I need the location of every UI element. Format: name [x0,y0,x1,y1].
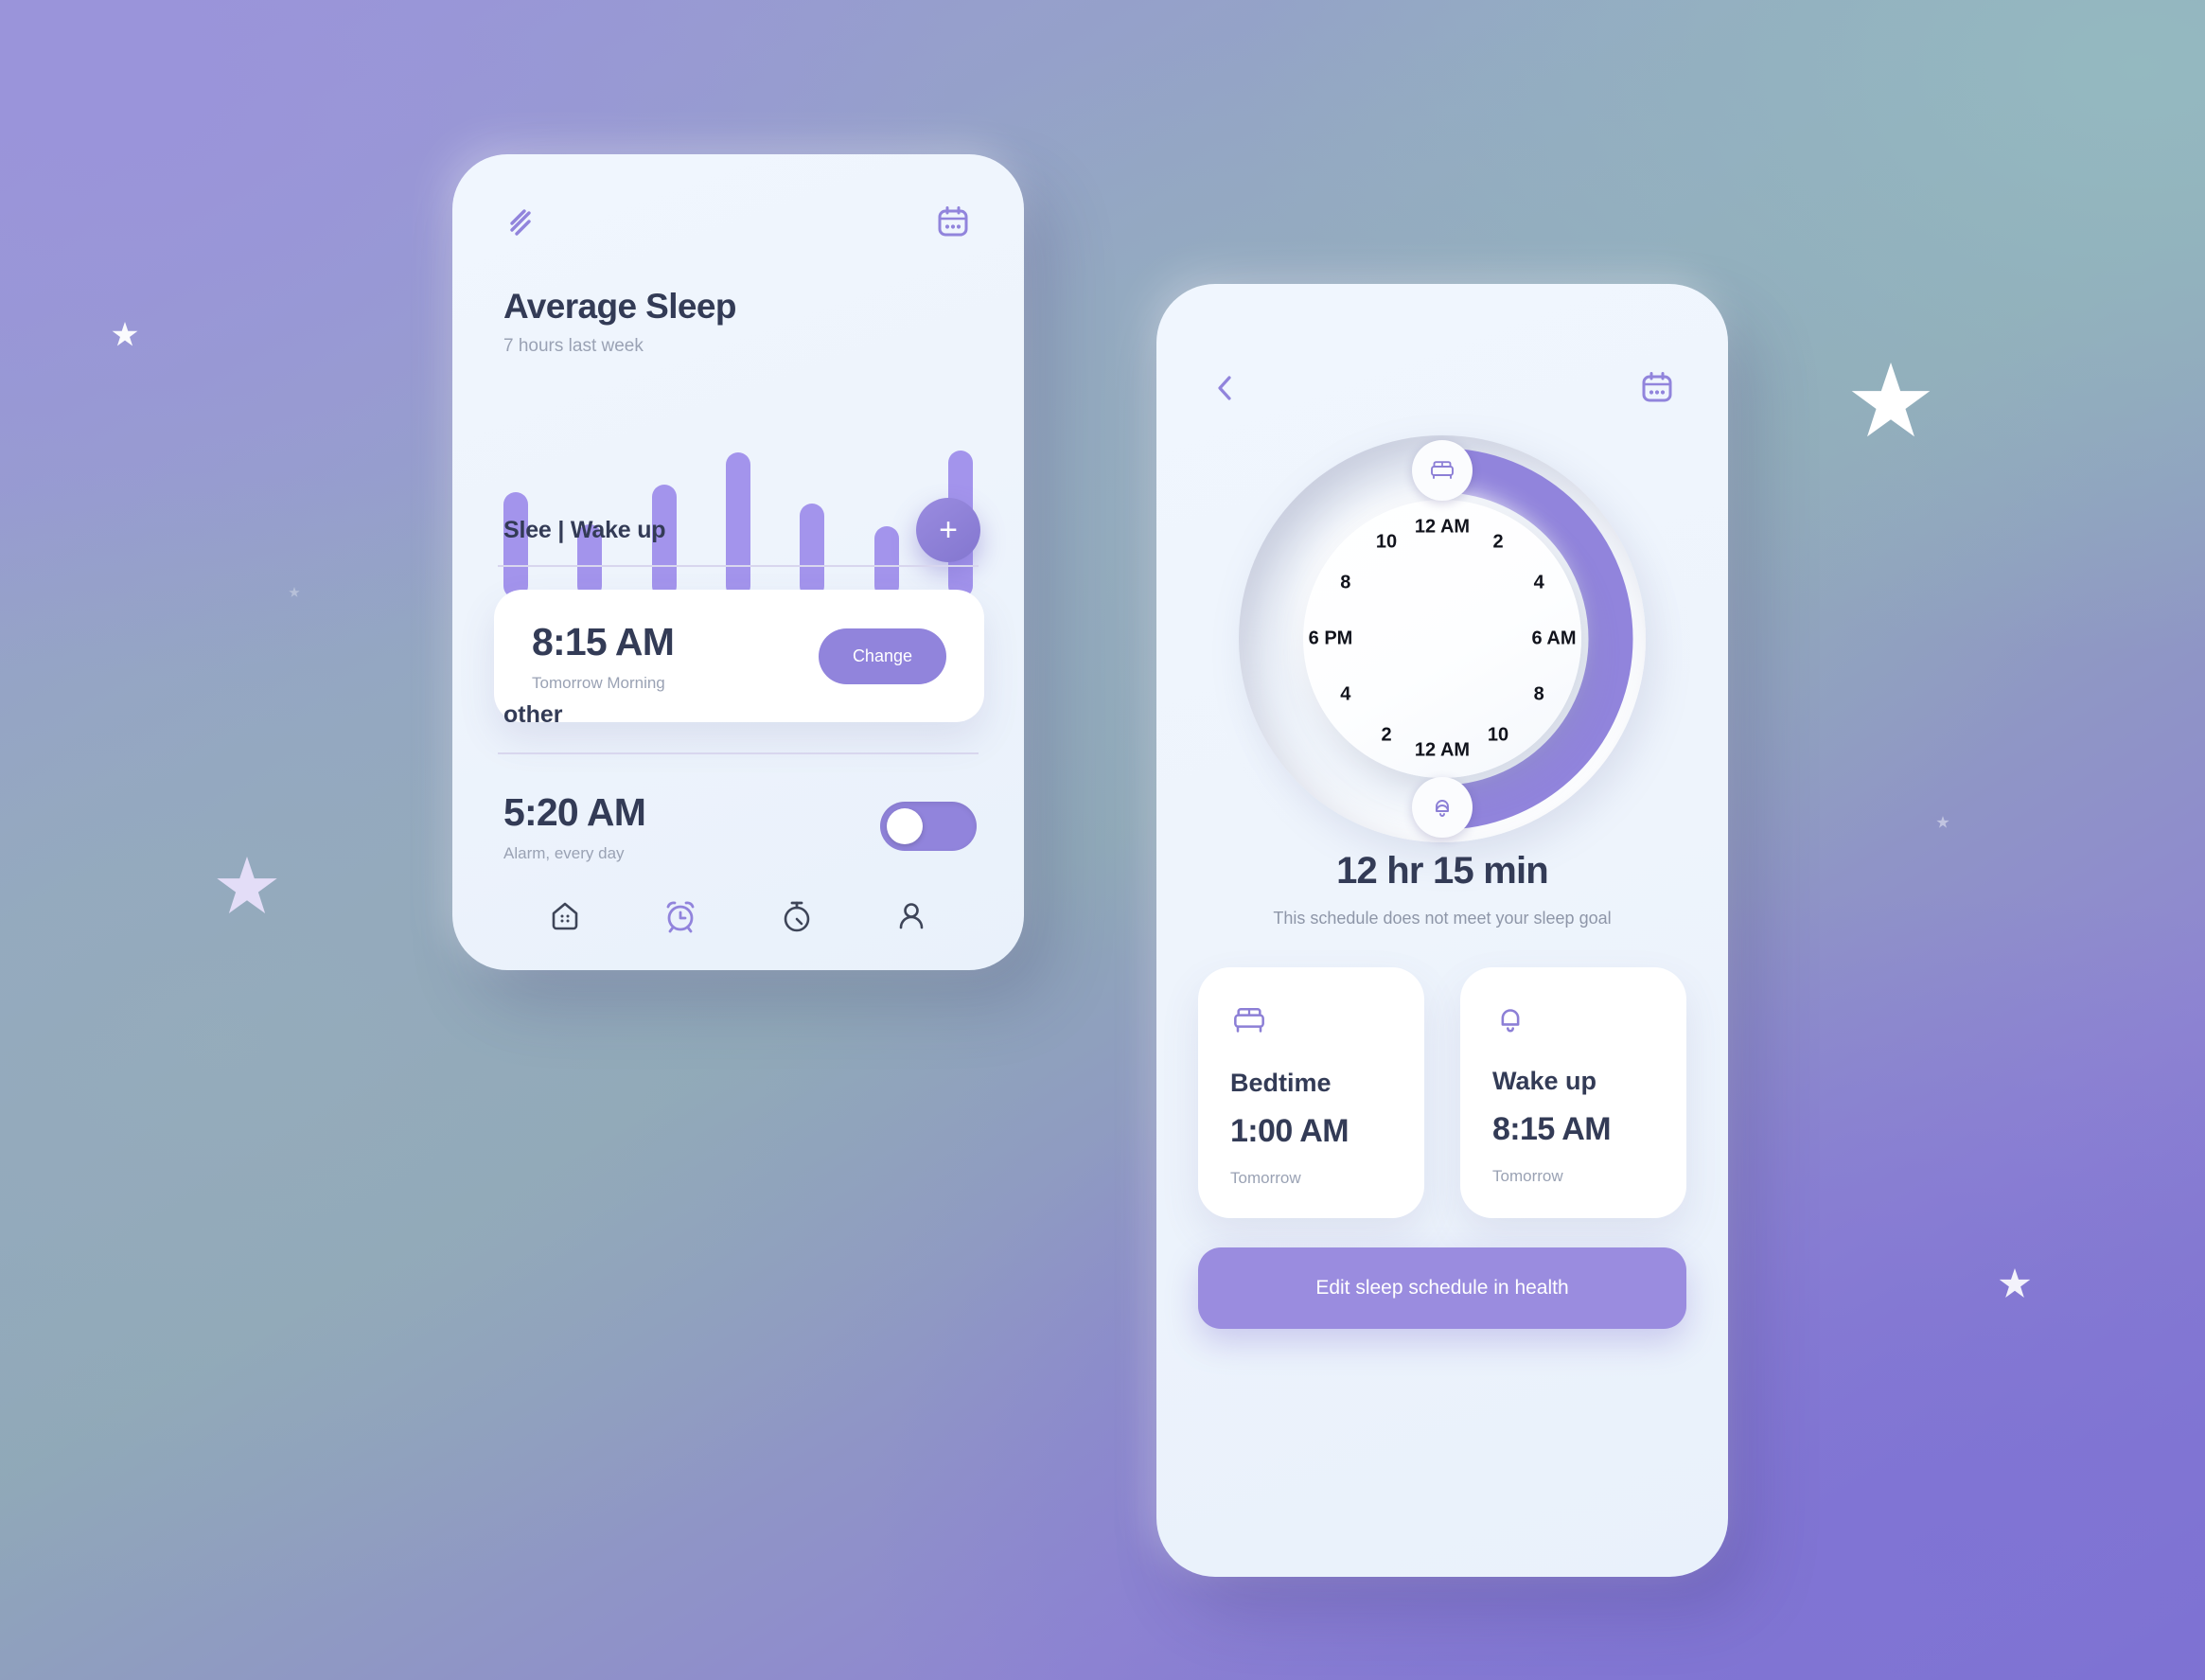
sleep-schedule-dial[interactable]: 12 AM 2 4 6 AM 8 10 12 AM 2 4 6 PM 8 10 [1239,435,1646,842]
dial-hour-label: 6 PM [1308,628,1353,649]
dial-hour-label: 8 [1533,683,1544,705]
change-button[interactable]: Change [818,628,946,684]
left-topbar [452,196,1024,249]
person-icon[interactable] [892,897,930,935]
wake-up-caption: Tomorrow Morning [532,673,665,692]
alarm-caption: Alarm, every day [503,843,625,862]
right-topbar [1156,362,1728,415]
add-alarm-button[interactable]: + [916,498,980,562]
star-small-bottomright [1999,1268,2031,1298]
divider-bottom [498,752,979,754]
schedule-section-title: Slee | Wake up [503,516,666,543]
slanted-lines-icon[interactable] [505,206,538,239]
edit-sleep-schedule-button[interactable]: Edit sleep schedule in health [1198,1247,1686,1329]
schedule-section-row: Slee | Wake up + [503,498,980,562]
star-lavender-left [217,857,277,914]
star-small-topleft [112,322,138,346]
bed-icon [1234,1008,1264,1033]
divider-top [498,565,979,567]
bed-icon [1431,461,1454,479]
bottom-navigation [452,883,1024,949]
schedule-info-cards: Bedtime 1:00 AM Tomorrow Wake up 8:15 AM Tom… [1198,967,1686,1218]
calendar-dots-icon[interactable] [1639,370,1675,406]
bell-icon [1436,800,1449,817]
info-card-sub: Tomorrow [1492,1167,1563,1185]
info-card-sub: Tomorrow [1230,1169,1301,1187]
home-icon[interactable] [546,897,584,935]
other-section-title: other [503,701,563,728]
schedule-info-card[interactable]: Wake up 8:15 AM Tomorrow [1460,967,1686,1218]
schedule-info-card[interactable]: Bedtime 1:00 AM Tomorrow [1198,967,1424,1218]
star-faint-right [1936,816,1949,828]
wake-up-card-text: 8:15 AM Tomorrow Morning [532,619,675,693]
sleep-duration-note: This schedule does not meet your sleep g… [1273,909,1612,928]
wake-up-time: 8:15 AM [532,619,675,663]
alarm-toggle-knob [887,808,923,844]
wake-up-card[interactable]: 8:15 AM Tomorrow Morning Change [494,590,984,722]
star-large-white [1851,363,1931,437]
star-faint-midleft [289,587,300,597]
info-card-time: 1:00 AM [1230,1113,1349,1149]
alarm-clock-icon[interactable] [661,896,700,936]
dial-hour-label: 4 [1340,683,1351,705]
info-card-time: 8:15 AM [1492,1111,1612,1147]
phone-screen-sleep-overview: Average Sleep 7 hours last week MTWTFSS … [452,154,1024,970]
alarm-row[interactable]: 5:20 AM Alarm, every day [503,781,977,872]
stopwatch-icon[interactable] [778,897,816,935]
chevron-left-icon[interactable] [1209,372,1242,404]
dial-hour-label: 4 [1533,572,1544,593]
dial-hour-label: 8 [1340,572,1351,593]
dial-hour-label: 2 [1381,724,1392,746]
page-title: Average Sleep [503,287,736,326]
calendar-dots-icon[interactable] [935,204,971,240]
alarm-row-text: 5:20 AM Alarm, every day [503,789,646,863]
info-card-title: Bedtime [1230,1069,1332,1097]
dial-hour-label: 12 AM [1414,739,1471,761]
phone-screen-sleep-schedule: 12 AM 2 4 6 AM 8 10 12 AM 2 4 6 PM 8 10 12 hr 15 mi… [1156,284,1728,1577]
dial-hour-label: 12 AM [1414,516,1471,538]
page-subtitle: 7 hours last week [503,336,644,356]
info-card-title: Wake up [1492,1067,1597,1095]
bedtime-handle[interactable] [1412,440,1473,501]
sleep-duration: 12 hr 15 min [1336,850,1549,892]
dial-hour-label: 10 [1375,531,1398,553]
dial-hour-label: 10 [1487,724,1509,746]
alarm-time: 5:20 AM [503,789,646,834]
dial-hour-label: 6 AM [1531,628,1577,649]
alarm-toggle[interactable] [880,802,977,851]
bell-icon [1501,1009,1520,1033]
wakeup-handle[interactable] [1412,777,1473,838]
dial-hour-label: 2 [1492,531,1504,553]
